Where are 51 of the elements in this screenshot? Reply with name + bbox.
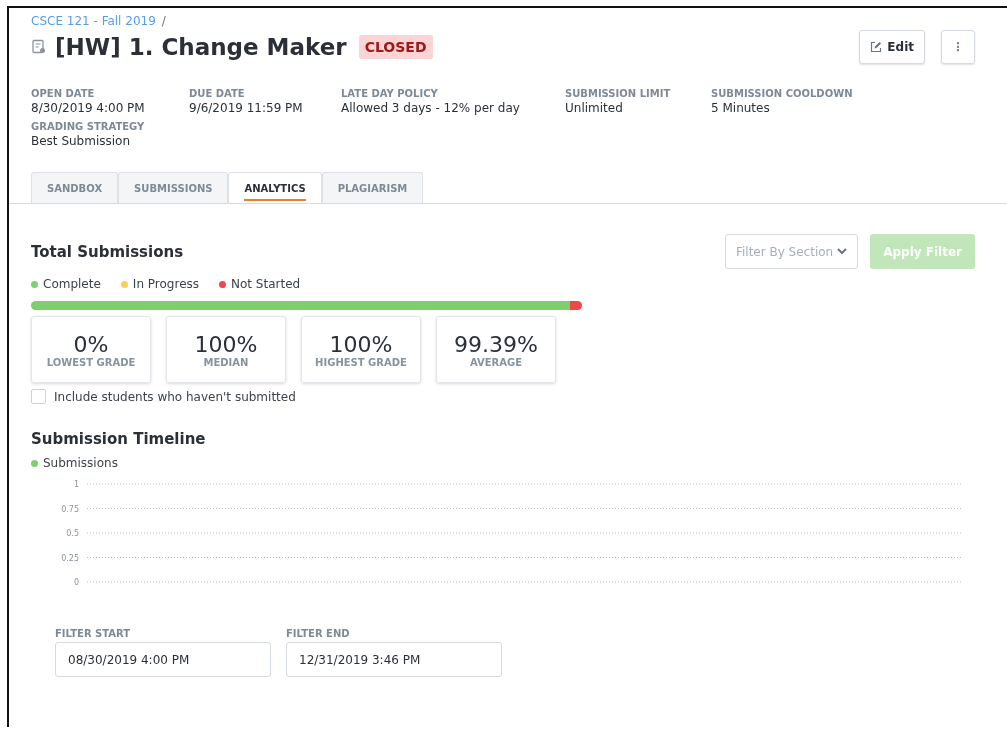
checkbox[interactable] [31,389,46,404]
legend-label: In Progress [132,277,199,291]
detail-label: SUBMISSION LIMIT [565,88,672,99]
edit-button[interactable]: Edit [859,30,925,64]
axis-tick-label: 0.5 [66,529,79,538]
tab[interactable]: ANALYTICS [228,172,322,203]
tab[interactable]: SANDBOX [31,172,119,203]
date-field[interactable]: 12/31/2019 3:46 PM [286,642,502,677]
tab[interactable]: PLAGIARISM [321,172,424,203]
detail-label: GRADING STRATEGY [31,121,146,132]
stat-label: LOWEST GRADE [46,356,136,368]
detail-value: Best Submission [31,134,132,148]
section-title: Total Submissions [31,242,184,261]
stat-label: AVERAGE [469,356,523,368]
section-title: Submission Timeline [31,430,207,448]
stat-value: 100% [194,331,258,357]
checkbox-label: Include students who haven't submitted [54,389,296,404]
field-label: FILTER END [286,628,351,639]
legend-label: Complete [43,277,101,291]
detail-value: Allowed 3 days - 12% per day [341,101,521,115]
breadcrumb-separator: / [161,14,166,28]
detail-value: 9/6/2019 11:59 PM [189,101,304,115]
legend-label: Not Started [231,277,301,291]
axis-tick-label: 1 [73,480,79,489]
detail-label: LATE DAY POLICY [341,88,439,99]
more-button[interactable]: ⋮ [941,30,975,64]
axis-tick-label: 0 [73,578,79,587]
section-filter-select[interactable]: Filter By Section [724,234,859,269]
detail-label: SUBMISSION COOLDOWN [711,88,854,99]
stat-value: 99.39% [454,331,538,357]
breadcrumb-link[interactable]: CSCE 121 - Fall 2019 [31,14,156,28]
date-field[interactable]: 08/30/2019 4:00 PM [55,642,271,677]
stat-value: 100% [329,331,393,357]
assignment-title: [HW] 1. Change Maker [55,34,347,60]
chevron-down-icon [837,248,848,255]
detail-value: 8/30/2019 4:00 PM [31,101,146,115]
detail-label: OPEN DATE [31,88,96,99]
stat-value: 0% [73,331,109,357]
axis-tick-label: 0.75 [61,504,79,514]
detail-value: 5 Minutes [711,101,771,115]
tab[interactable]: SUBMISSIONS [118,172,229,203]
detail-label: DUE DATE [189,88,246,99]
status-badge: CLOSED [358,35,433,59]
field-label: FILTER START [55,628,132,639]
detail-value: Unlimited [565,101,624,115]
assignment-icon [31,39,47,55]
legend-label: Submissions [43,456,118,470]
stat-label: HIGHEST GRADE [315,356,407,368]
edit-icon [870,41,883,53]
stat-label: MEDIAN [203,356,249,368]
axis-tick-label: 0.25 [61,553,79,563]
